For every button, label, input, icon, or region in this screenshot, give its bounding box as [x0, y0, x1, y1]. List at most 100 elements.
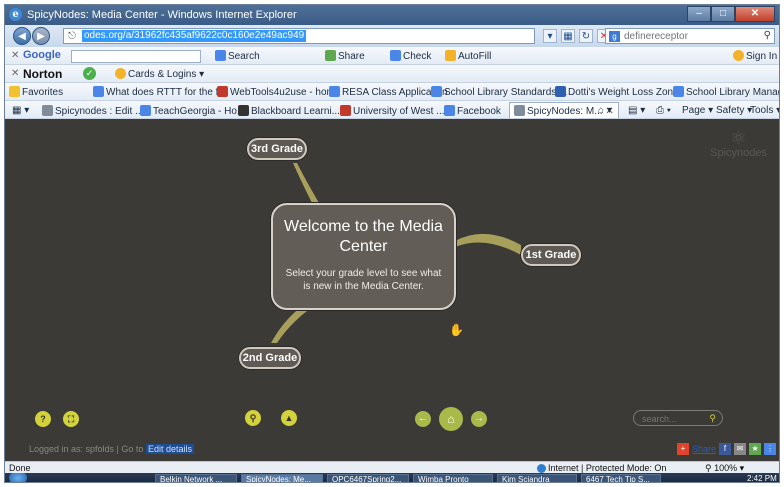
mindmap-search[interactable]: ⚲: [633, 410, 723, 426]
google-autofill-button[interactable]: AutoFill: [445, 50, 491, 62]
bookmark-icon[interactable]: ★: [749, 443, 762, 455]
email-icon[interactable]: ✉: [734, 443, 747, 455]
home-button[interactable]: ⌂ ▾: [593, 102, 617, 118]
norton-logo: Norton: [23, 67, 63, 81]
center-node-text: Select your grade level to see what is n…: [285, 268, 442, 292]
tab[interactable]: Spicynodes : Edit ...: [37, 102, 148, 118]
tab[interactable]: University of West ...: [335, 102, 450, 118]
login-status: Logged in as: spfolds | Go to Edit detai…: [29, 444, 194, 454]
browser-search-box[interactable]: g ⚲: [605, 28, 775, 44]
ie-logo-icon: e: [9, 8, 22, 21]
back-arrow-icon[interactable]: ←: [415, 411, 431, 427]
center-node-title: Welcome to the Media Center: [284, 218, 443, 255]
tab-bar: ▦ ▾ Spicynodes : Edit ... TeachGeorgia -…: [5, 101, 779, 119]
norton-status-icon[interactable]: ✓: [83, 67, 96, 80]
google-share-button[interactable]: Share: [325, 50, 365, 62]
cards-icon: [115, 68, 126, 79]
browser-window: e SpicyNodes: Media Center - Windows Int…: [4, 4, 780, 483]
sign-in-label: Sign In: [746, 51, 778, 62]
home-icon[interactable]: ⌂: [439, 407, 463, 431]
ie-page-icon: [444, 105, 455, 116]
tab-label: Facebook: [457, 106, 501, 117]
google-search-button[interactable]: Search: [215, 50, 260, 62]
forward-arrow-icon[interactable]: →: [471, 411, 487, 427]
google-check-button[interactable]: Check: [390, 50, 431, 62]
node-3rd-grade[interactable]: 3rd Grade: [247, 138, 307, 160]
quick-tabs-button[interactable]: ▦ ▾: [7, 102, 34, 118]
favorite-link-label: School Library Standards ...: [444, 87, 568, 98]
taskbar-item-active[interactable]: SpicyNodes: Me...: [241, 474, 323, 482]
google-sign-in-button[interactable]: Sign In: [733, 50, 777, 62]
share-plus-icon[interactable]: +: [677, 443, 689, 455]
search-icon[interactable]: ⚲: [764, 30, 771, 41]
spicynodes-icon: [514, 105, 525, 116]
page-favicon-icon: ⎋: [68, 31, 76, 42]
search-node-icon[interactable]: ⚲: [245, 410, 261, 426]
top-icon[interactable]: ▲: [281, 410, 297, 426]
node-2nd-grade[interactable]: 2nd Grade: [239, 347, 301, 369]
taskbar-item[interactable]: 6467 Tech Tip S...: [581, 474, 661, 482]
favorites-button[interactable]: Favorites: [9, 86, 63, 98]
taskbar-item[interactable]: Kim Sciandra: [497, 474, 577, 482]
browser-search-input[interactable]: [624, 30, 754, 42]
google-check-label: Check: [403, 51, 432, 62]
fullscreen-icon[interactable]: ⛶: [63, 411, 79, 427]
windows-taskbar: Belkin Network ... SpicyNodes: Me... OPC…: [5, 473, 779, 482]
maximize-button[interactable]: □: [711, 6, 735, 22]
share-link[interactable]: Share: [692, 444, 716, 454]
favorite-link[interactable]: School Library Standards ...: [431, 86, 567, 98]
spicynodes-icon: [42, 105, 53, 116]
mindmap-search-input[interactable]: [642, 413, 702, 424]
cards-logins-button[interactable]: Cards & Logins ▾: [115, 68, 204, 80]
address-bar[interactable]: ⎋ odes.org/a/31962fc435af9622c0c160e2e49…: [63, 28, 535, 44]
security-zone-label: Internet | Protected Mode: On: [548, 463, 667, 473]
facebook-icon[interactable]: f: [719, 443, 732, 455]
node-1st-grade[interactable]: 1st Grade: [521, 244, 581, 266]
ie-page-icon: [140, 105, 151, 116]
tab-label: SpicyNodes: M...: [527, 106, 603, 117]
search-provider-icon: g: [609, 31, 620, 42]
blackboard-icon: [238, 105, 249, 116]
tools-menu[interactable]: Tools ▾: [745, 102, 779, 118]
start-button[interactable]: [9, 473, 27, 482]
google-search-label: Search: [228, 51, 260, 62]
print-button[interactable]: ⎙ ▾: [651, 102, 676, 118]
page-menu-label: Page: [682, 105, 706, 116]
wiki-icon: [217, 86, 228, 97]
favorite-link[interactable]: WebTools4u2use - home: [217, 86, 340, 98]
close-button[interactable]: ✕: [735, 6, 775, 22]
back-button[interactable]: ◀: [13, 27, 31, 45]
favorite-link[interactable]: Dotti's Weight Loss Zone: [555, 86, 679, 98]
google-search-input[interactable]: [71, 50, 201, 63]
taskbar-item[interactable]: OPC6467Spring2...: [327, 474, 409, 482]
help-icon[interactable]: ?: [35, 411, 51, 427]
favorite-link[interactable]: School Library Manageme...: [673, 86, 779, 98]
more-share-icon[interactable]: ⋮: [764, 443, 777, 455]
feeds-button[interactable]: ▤ ▾: [623, 102, 650, 118]
close-norton-icon[interactable]: ✕: [11, 68, 19, 79]
zoom-value: 100%: [714, 463, 738, 473]
tools-menu-label: Tools: [750, 105, 774, 116]
close-toolbar-icon[interactable]: ✕: [11, 50, 19, 61]
center-node[interactable]: Welcome to the Media Center Select your …: [271, 203, 456, 310]
favorite-link[interactable]: What does RTTT for the f...: [93, 86, 227, 98]
minimize-button[interactable]: –: [687, 6, 711, 22]
search-icon[interactable]: ⚲: [709, 413, 716, 424]
google-logo: Google: [23, 49, 61, 61]
mindmap-canvas[interactable]: ⚛ Spicynodes 3rd Grade 1st Grade 2nd Gra…: [5, 119, 779, 461]
refresh-icon[interactable]: ↻: [579, 29, 593, 43]
tab[interactable]: Facebook: [439, 102, 506, 118]
link-1st-grade: [455, 233, 521, 255]
tab[interactable]: Blackboard Learni...: [233, 102, 345, 118]
cards-logins-label: Cards & Logins: [128, 69, 197, 80]
taskbar-item[interactable]: Belkin Network ...: [155, 474, 237, 482]
favorite-link[interactable]: RESA Class Application: [329, 86, 448, 98]
dropdown-icon[interactable]: ▾: [543, 29, 557, 43]
edit-details-link[interactable]: Edit details: [145, 444, 194, 454]
hand-cursor-icon: ✋: [449, 323, 464, 337]
compatibility-icon[interactable]: ▦: [561, 29, 575, 43]
forward-button[interactable]: ▶: [32, 27, 50, 45]
university-icon: [340, 105, 351, 116]
taskbar-item[interactable]: Wimba Pronto: [413, 474, 493, 482]
norton-toolbar: ✕ Norton ✓ Cards & Logins ▾: [5, 65, 779, 83]
